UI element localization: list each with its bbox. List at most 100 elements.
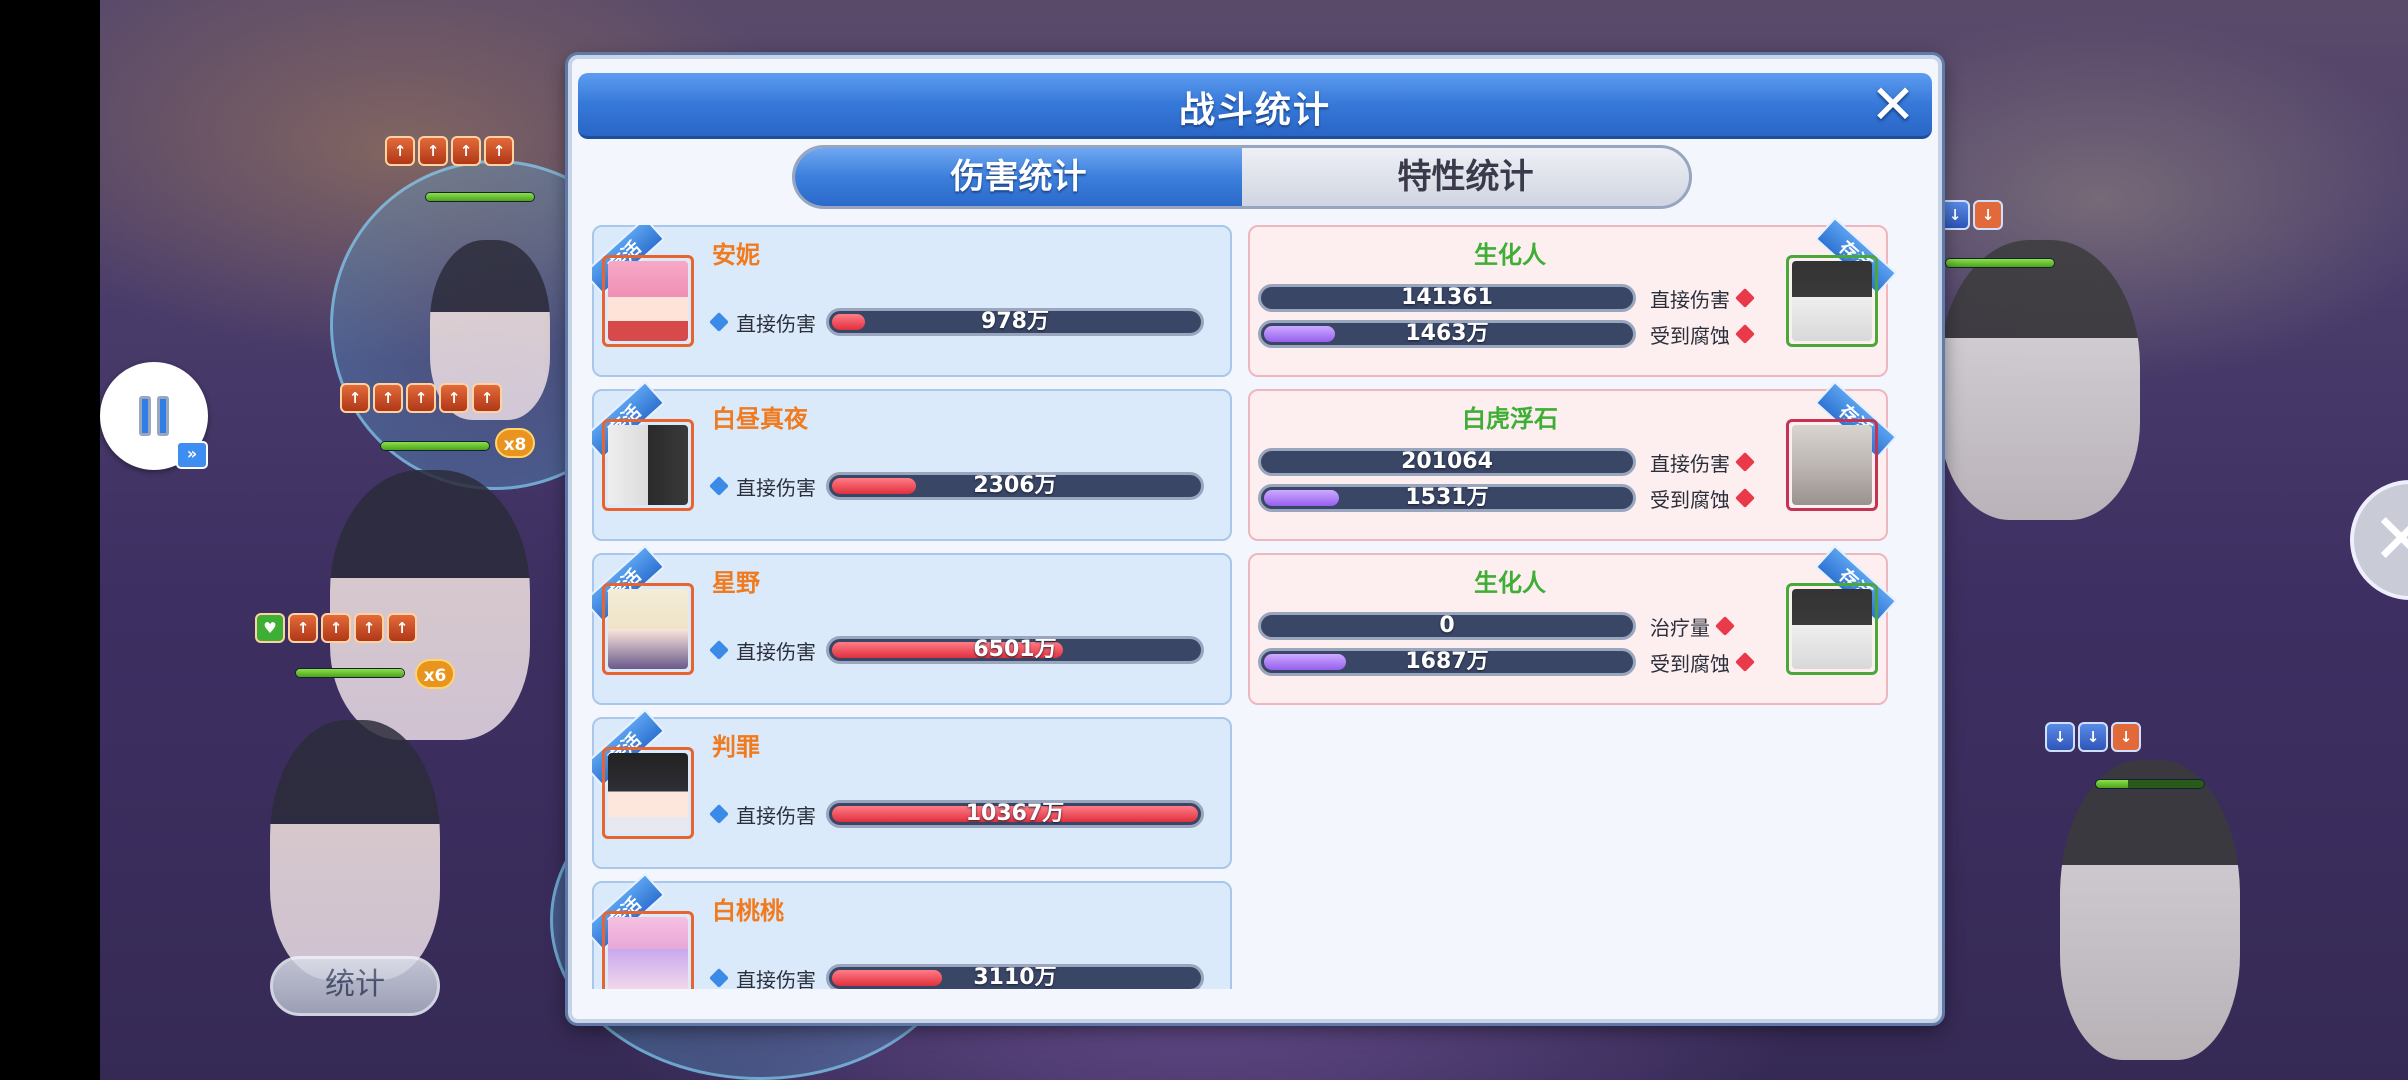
- stat-label: 直接伤害: [736, 639, 816, 664]
- buff-icons: ↑ ↑ ↑ ↑ ↑: [340, 383, 502, 413]
- stat-value: 1687万: [1405, 649, 1489, 674]
- stat-label: 受到腐蚀: [1650, 487, 1730, 512]
- buff-count-badge: x8: [495, 428, 535, 458]
- ally-avatar: [602, 583, 694, 675]
- damage-value: 2306万: [973, 473, 1057, 498]
- close-button[interactable]: ✕: [1868, 78, 1918, 132]
- diamond-icon: [1735, 488, 1755, 508]
- stat-value: 0: [1439, 613, 1455, 638]
- ally-character: [270, 720, 440, 980]
- ally-stat-card: 存活 星野 直接伤害 6501万: [592, 544, 1232, 705]
- ally-name: 白昼真夜: [712, 405, 808, 433]
- dialog-header: 战斗统计 ✕: [578, 73, 1932, 139]
- stat-label: 直接伤害: [736, 967, 816, 990]
- enemy-name: 生化人: [1474, 241, 1546, 269]
- buff-count-badge: x6: [415, 659, 455, 689]
- stat-label: 受到腐蚀: [1650, 651, 1730, 676]
- damage-row: 直接伤害 6501万: [709, 635, 1204, 665]
- diamond-icon: [709, 476, 729, 496]
- damage-bar: 10367万: [826, 800, 1204, 828]
- enemy-avatar: [1786, 583, 1878, 675]
- corrosion-bar: 1463万: [1258, 320, 1636, 348]
- ally-avatar: [602, 419, 694, 511]
- ally-stat-card: 存活 判罪 直接伤害 10367万: [592, 708, 1232, 869]
- stat-value: 1463万: [1405, 321, 1489, 346]
- battle-stats-dialog: 战斗统计 ✕ 伤害统计 特性统计 存活 安妮 直接伤害 978万 存活 白昼真夜…: [568, 55, 1942, 1023]
- diamond-icon: [709, 804, 729, 824]
- enemy-stat-row: 141361 直接伤害: [1258, 283, 1755, 313]
- tab-damage-stats[interactable]: 伤害统计: [795, 148, 1242, 206]
- dialog-title: 战斗统计: [1178, 90, 1331, 131]
- damage-bar: 978万: [826, 308, 1204, 336]
- hp-bar: [295, 668, 405, 678]
- ally-avatar: [602, 255, 694, 347]
- stat-label: 直接伤害: [736, 311, 816, 336]
- damage-bar: 6501万: [826, 636, 1204, 664]
- enemy-stat-card: 存活 生化人 0 治疗量 1687万 受到腐蚀: [1248, 544, 1898, 705]
- enemy-stat-row: 0 治疗量: [1258, 611, 1735, 641]
- ally-name: 安妮: [712, 241, 760, 269]
- diamond-icon: [1735, 452, 1755, 472]
- damage-row: 直接伤害 3110万: [709, 963, 1204, 990]
- stat-label: 直接伤害: [1650, 451, 1730, 476]
- damage-value: 3110万: [973, 965, 1057, 989]
- enemy-stat-row: 1531万 受到腐蚀: [1258, 483, 1755, 513]
- tab-trait-stats[interactable]: 特性统计: [1242, 148, 1689, 206]
- buff-icons: ↑ ↑ ↑ ↑: [385, 136, 514, 166]
- enemy-stat-row: 201064 直接伤害: [1258, 447, 1755, 477]
- enemy-character: [2060, 760, 2240, 1060]
- enemy-name: 白虎浮石: [1462, 405, 1558, 433]
- damage-value: 10367万: [965, 801, 1065, 826]
- diamond-icon: [1735, 652, 1755, 672]
- close-icon: ✕: [1870, 73, 1916, 136]
- stat-value: 141361: [1401, 285, 1493, 310]
- ally-name: 白桃桃: [712, 897, 784, 925]
- stat-label: 直接伤害: [736, 803, 816, 828]
- stats-button[interactable]: 统计: [270, 956, 440, 1016]
- hp-bar: [425, 192, 535, 202]
- ally-stat-card: 存活 安妮 直接伤害 978万: [592, 225, 1232, 377]
- stat-label: 受到腐蚀: [1650, 323, 1730, 348]
- damage-row: 直接伤害 10367万: [709, 799, 1204, 829]
- damage-row: 直接伤害 978万: [709, 307, 1204, 337]
- ally-name: 判罪: [712, 733, 760, 761]
- enemy-stat-row: 1687万 受到腐蚀: [1258, 647, 1755, 677]
- stat-bar: 141361: [1258, 284, 1636, 312]
- diamond-icon: [1735, 288, 1755, 308]
- damage-bar: 2306万: [826, 472, 1204, 500]
- enemy-avatar: [1786, 255, 1878, 347]
- damage-bar: 3110万: [826, 964, 1204, 989]
- buff-icons: ↓ ↓ ↓: [2045, 722, 2141, 752]
- enemy-stat-card: 存活 生化人 141361 直接伤害 1463万 受到腐蚀: [1248, 216, 1898, 377]
- ally-avatar: [602, 747, 694, 839]
- close-icon: ✕: [2372, 498, 2408, 580]
- diamond-icon: [709, 968, 729, 988]
- ally-avatar: [602, 911, 694, 989]
- stat-label: 直接伤害: [1650, 287, 1730, 312]
- pause-icon: [139, 396, 151, 436]
- ally-list[interactable]: 存活 安妮 直接伤害 978万 存活 白昼真夜 直接伤害 2306万 存活 星野: [592, 225, 1234, 989]
- hp-bar: [2095, 779, 2205, 789]
- enemy-name: 生化人: [1474, 569, 1546, 597]
- stat-value: 1531万: [1405, 485, 1489, 510]
- hp-bar: [1945, 258, 2055, 268]
- stat-value: 201064: [1401, 449, 1493, 474]
- ally-character: [330, 470, 530, 740]
- enemy-list: 存活 生化人 141361 直接伤害 1463万 受到腐蚀 存活 白虎浮石 20…: [1248, 216, 1898, 717]
- stat-label: 直接伤害: [736, 475, 816, 500]
- enemy-character: [1940, 240, 2140, 520]
- stat-bar: 0: [1258, 612, 1636, 640]
- enemy-stat-card: 存活 白虎浮石 201064 直接伤害 1531万 受到腐蚀: [1248, 380, 1898, 541]
- buff-icons: ♥ ↑ ↑ ↑ ↑: [255, 613, 417, 643]
- diamond-icon: [1735, 324, 1755, 344]
- damage-value: 6501万: [973, 637, 1057, 662]
- ally-stat-card: 存活 白昼真夜 直接伤害 2306万: [592, 380, 1232, 541]
- stats-tabs: 伤害统计 特性统计: [792, 145, 1692, 209]
- enemy-avatar: [1786, 419, 1878, 511]
- fast-forward-icon[interactable]: »: [176, 441, 208, 469]
- buff-icons: ↓ ↓: [1940, 200, 2003, 230]
- damage-value: 978万: [981, 309, 1049, 334]
- stat-label: 治疗量: [1650, 615, 1710, 640]
- diamond-icon: [1715, 616, 1735, 636]
- diamond-icon: [709, 312, 729, 332]
